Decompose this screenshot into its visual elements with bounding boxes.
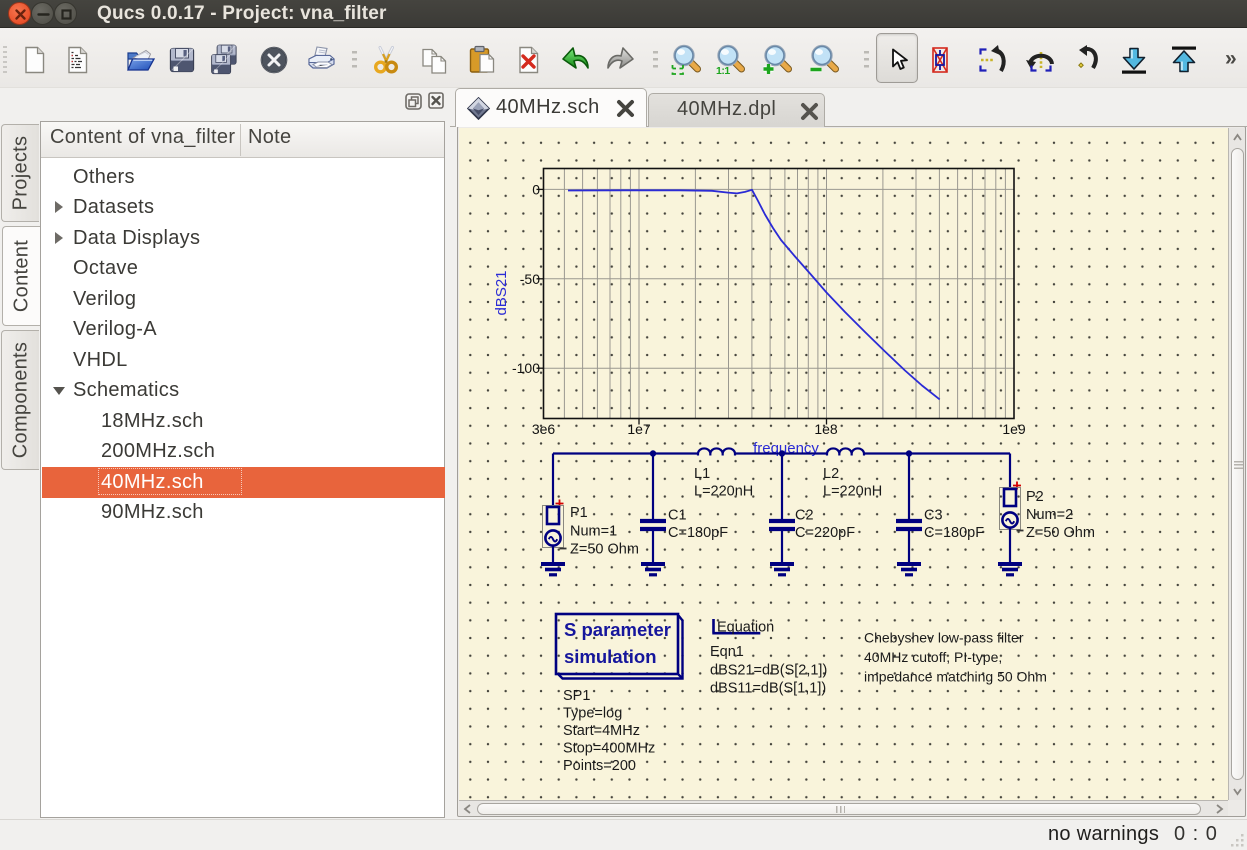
svg-text:1:1: 1:1 [716, 65, 730, 76]
svg-text:-100: -100 [512, 360, 540, 376]
svg-text:C2: C2 [795, 508, 814, 524]
svg-text:L=220nH: L=220nH [694, 484, 753, 500]
svg-text:C=220pF: C=220pF [795, 525, 855, 541]
svg-text:dBS21: dBS21 [493, 270, 510, 315]
svg-text:C=180pF: C=180pF [668, 525, 728, 541]
svg-text:Chebyshev low-pass filter: Chebyshev low-pass filter [864, 630, 1024, 646]
svg-text:Equation: Equation [717, 620, 774, 636]
svg-text:C=180pF: C=180pF [924, 525, 984, 541]
svg-text:Points=200: Points=200 [563, 758, 636, 774]
svg-text:Num=1: Num=1 [570, 524, 617, 540]
svg-text:simulation: simulation [564, 646, 657, 667]
svg-text:P1: P1 [570, 505, 588, 521]
svg-text:L1: L1 [694, 466, 710, 482]
svg-text:SP1: SP1 [563, 688, 590, 704]
svg-text:Stop=400MHz: Stop=400MHz [563, 741, 655, 757]
svg-text:L=220nH: L=220nH [823, 484, 882, 500]
svg-text:Num=2: Num=2 [1026, 507, 1073, 523]
svg-text:Type=log: Type=log [563, 706, 622, 722]
svg-text:Eqn1: Eqn1 [710, 644, 744, 660]
svg-text:3e6: 3e6 [532, 421, 556, 437]
svg-text:C1: C1 [668, 508, 687, 524]
svg-text:P2: P2 [1026, 489, 1044, 505]
svg-text:S parameter: S parameter [564, 619, 671, 640]
svg-text:Z=50 Ohm: Z=50 Ohm [570, 542, 639, 558]
svg-text:L2: L2 [823, 466, 839, 482]
svg-text:1e8: 1e8 [814, 421, 838, 437]
svg-text:-50: -50 [520, 271, 540, 287]
svg-text:C3: C3 [924, 508, 943, 524]
svg-text:40MHz cutoff, PI-type,: 40MHz cutoff, PI-type, [864, 649, 1002, 665]
svg-text:impedance matching 50 Ohm: impedance matching 50 Ohm [864, 669, 1047, 685]
svg-text:Start=4MHz: Start=4MHz [563, 723, 640, 739]
svg-text:dBS11=dB(S[1,1]): dBS11=dB(S[1,1]) [710, 681, 826, 697]
svg-text:dBS21=dB(S[2,1]): dBS21=dB(S[2,1]) [710, 663, 827, 679]
svg-text:1e9: 1e9 [1002, 421, 1026, 437]
svg-text:0: 0 [532, 181, 540, 197]
svg-text:1e7: 1e7 [627, 421, 651, 437]
svg-text:Z=50 Ohm: Z=50 Ohm [1026, 525, 1095, 541]
